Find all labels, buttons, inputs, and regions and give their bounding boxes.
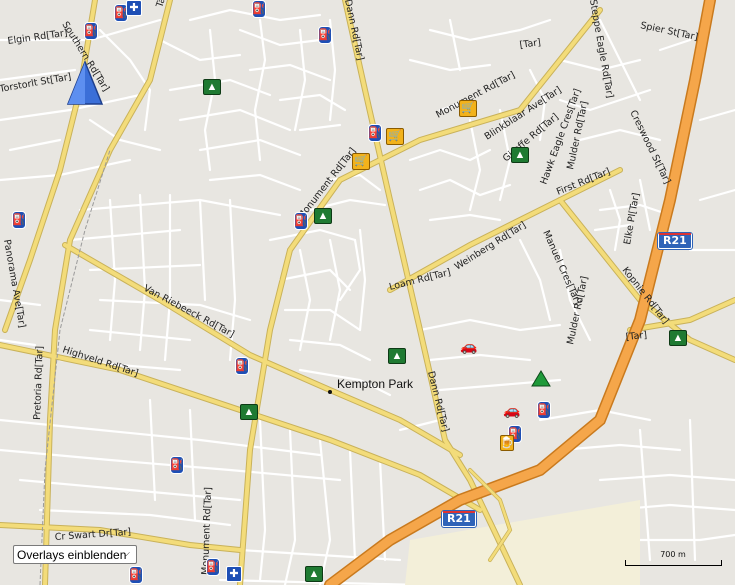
car-dealer-icon[interactable]: 🚗 xyxy=(459,338,479,354)
fuel-station-icon[interactable]: ⛽ xyxy=(368,124,382,142)
fuel-station-icon[interactable]: ⛽ xyxy=(252,0,266,18)
park-icon[interactable]: ▲ xyxy=(511,147,529,163)
fuel-station-icon[interactable]: ⛽ xyxy=(129,566,143,584)
scale-bar xyxy=(625,560,722,566)
shopping-cart-icon[interactable]: 🛒 xyxy=(386,128,404,145)
bar-icon[interactable]: 🍺 xyxy=(500,435,514,451)
scale-label: 700 m xyxy=(660,550,686,559)
fuel-station-icon[interactable]: ⛽ xyxy=(318,26,332,44)
navigation-arrow-icon[interactable] xyxy=(66,60,104,106)
place-marker xyxy=(328,390,332,394)
park-icon[interactable]: ▲ xyxy=(305,566,323,582)
park-icon[interactable]: ▲ xyxy=(669,330,687,346)
chevron-down-icon: ⌵ xyxy=(122,548,130,559)
fuel-station-icon[interactable]: ⛽ xyxy=(84,22,98,40)
camping-icon[interactable] xyxy=(531,370,551,388)
shopping-cart-icon[interactable]: 🛒 xyxy=(352,153,370,170)
overlay-dropdown[interactable]: Overlays einblenden ⌵ xyxy=(13,545,137,564)
park-icon[interactable]: ▲ xyxy=(388,348,406,364)
fuel-station-icon[interactable]: ⛽ xyxy=(170,456,184,474)
route-shield: R21 xyxy=(657,232,693,250)
place-label: Kempton Park xyxy=(337,377,414,391)
shopping-cart-icon[interactable]: 🛒 xyxy=(459,100,477,117)
route-shield: R21 xyxy=(441,510,477,528)
fuel-station-icon[interactable]: ⛽ xyxy=(12,211,26,229)
map-canvas[interactable]: Elgin Rd[Tar] Southern Rd[Tar] Torstorlt… xyxy=(0,0,735,585)
fuel-station-icon[interactable]: ⛽ xyxy=(235,357,249,375)
fuel-station-icon[interactable]: ⛽ xyxy=(294,212,308,230)
park-icon[interactable]: ▲ xyxy=(240,404,258,420)
car-dealer-icon[interactable]: 🚗 xyxy=(502,402,522,418)
hospital-icon[interactable]: ✚ xyxy=(126,0,142,16)
overlay-dropdown-label: Overlays einblenden xyxy=(17,547,127,562)
park-icon[interactable]: ▲ xyxy=(203,79,221,95)
fuel-station-icon[interactable]: ⛽ xyxy=(537,401,551,419)
fuel-station-icon[interactable]: ⛽ xyxy=(206,558,220,576)
road-label: [Tar] xyxy=(625,330,647,343)
hospital-icon[interactable]: ✚ xyxy=(226,566,242,582)
park-icon[interactable]: ▲ xyxy=(314,208,332,224)
